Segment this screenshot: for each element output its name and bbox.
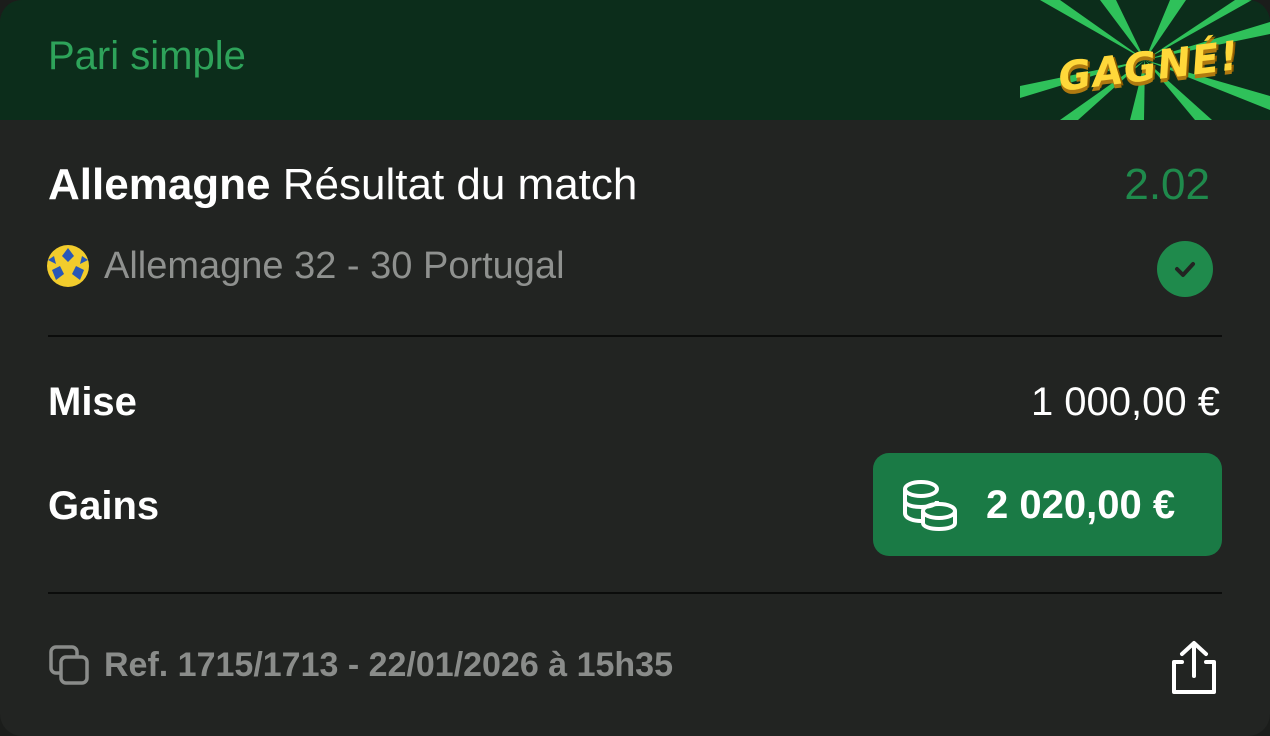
match-score: Allemagne 32 - 30 Portugal: [104, 244, 565, 287]
stake-label: Mise: [48, 380, 137, 424]
share-icon[interactable]: [1166, 638, 1222, 698]
stake-value: 1 000,00 €: [1030, 380, 1220, 424]
bet-type-label: Pari simple: [48, 34, 246, 78]
match-row: Allemagne 32 - 30 Portugal: [46, 242, 565, 290]
gains-value: 2 020,00 €: [986, 483, 1176, 527]
divider: [48, 335, 1222, 337]
gains-label: Gains: [48, 484, 160, 528]
check-circle-icon: [1157, 241, 1213, 297]
selection-odds: 2.02: [1124, 160, 1210, 209]
selection-team: Allemagne: [48, 160, 271, 209]
won-badge: GAGNÉ!: [1020, 0, 1270, 120]
divider: [48, 592, 1222, 594]
bet-reference[interactable]: Ref. 1715/1713 - 22/01/2026 à 15h35: [48, 640, 673, 690]
gains-pill: 2 020,00 €: [873, 453, 1222, 556]
bet-reference-text: Ref. 1715/1713 - 22/01/2026 à 15h35: [104, 645, 673, 684]
copy-icon[interactable]: [48, 644, 90, 686]
selection-title: Allemagne Résultat du match: [48, 160, 637, 210]
bet-card: Pari simple GAGNÉ! Allemagne Résultat du…: [0, 0, 1270, 736]
coins-icon: [903, 480, 957, 531]
bet-card-header: Pari simple GAGNÉ!: [0, 0, 1270, 120]
handball-icon: [47, 245, 89, 287]
selection-market: Résultat du match: [282, 160, 638, 209]
